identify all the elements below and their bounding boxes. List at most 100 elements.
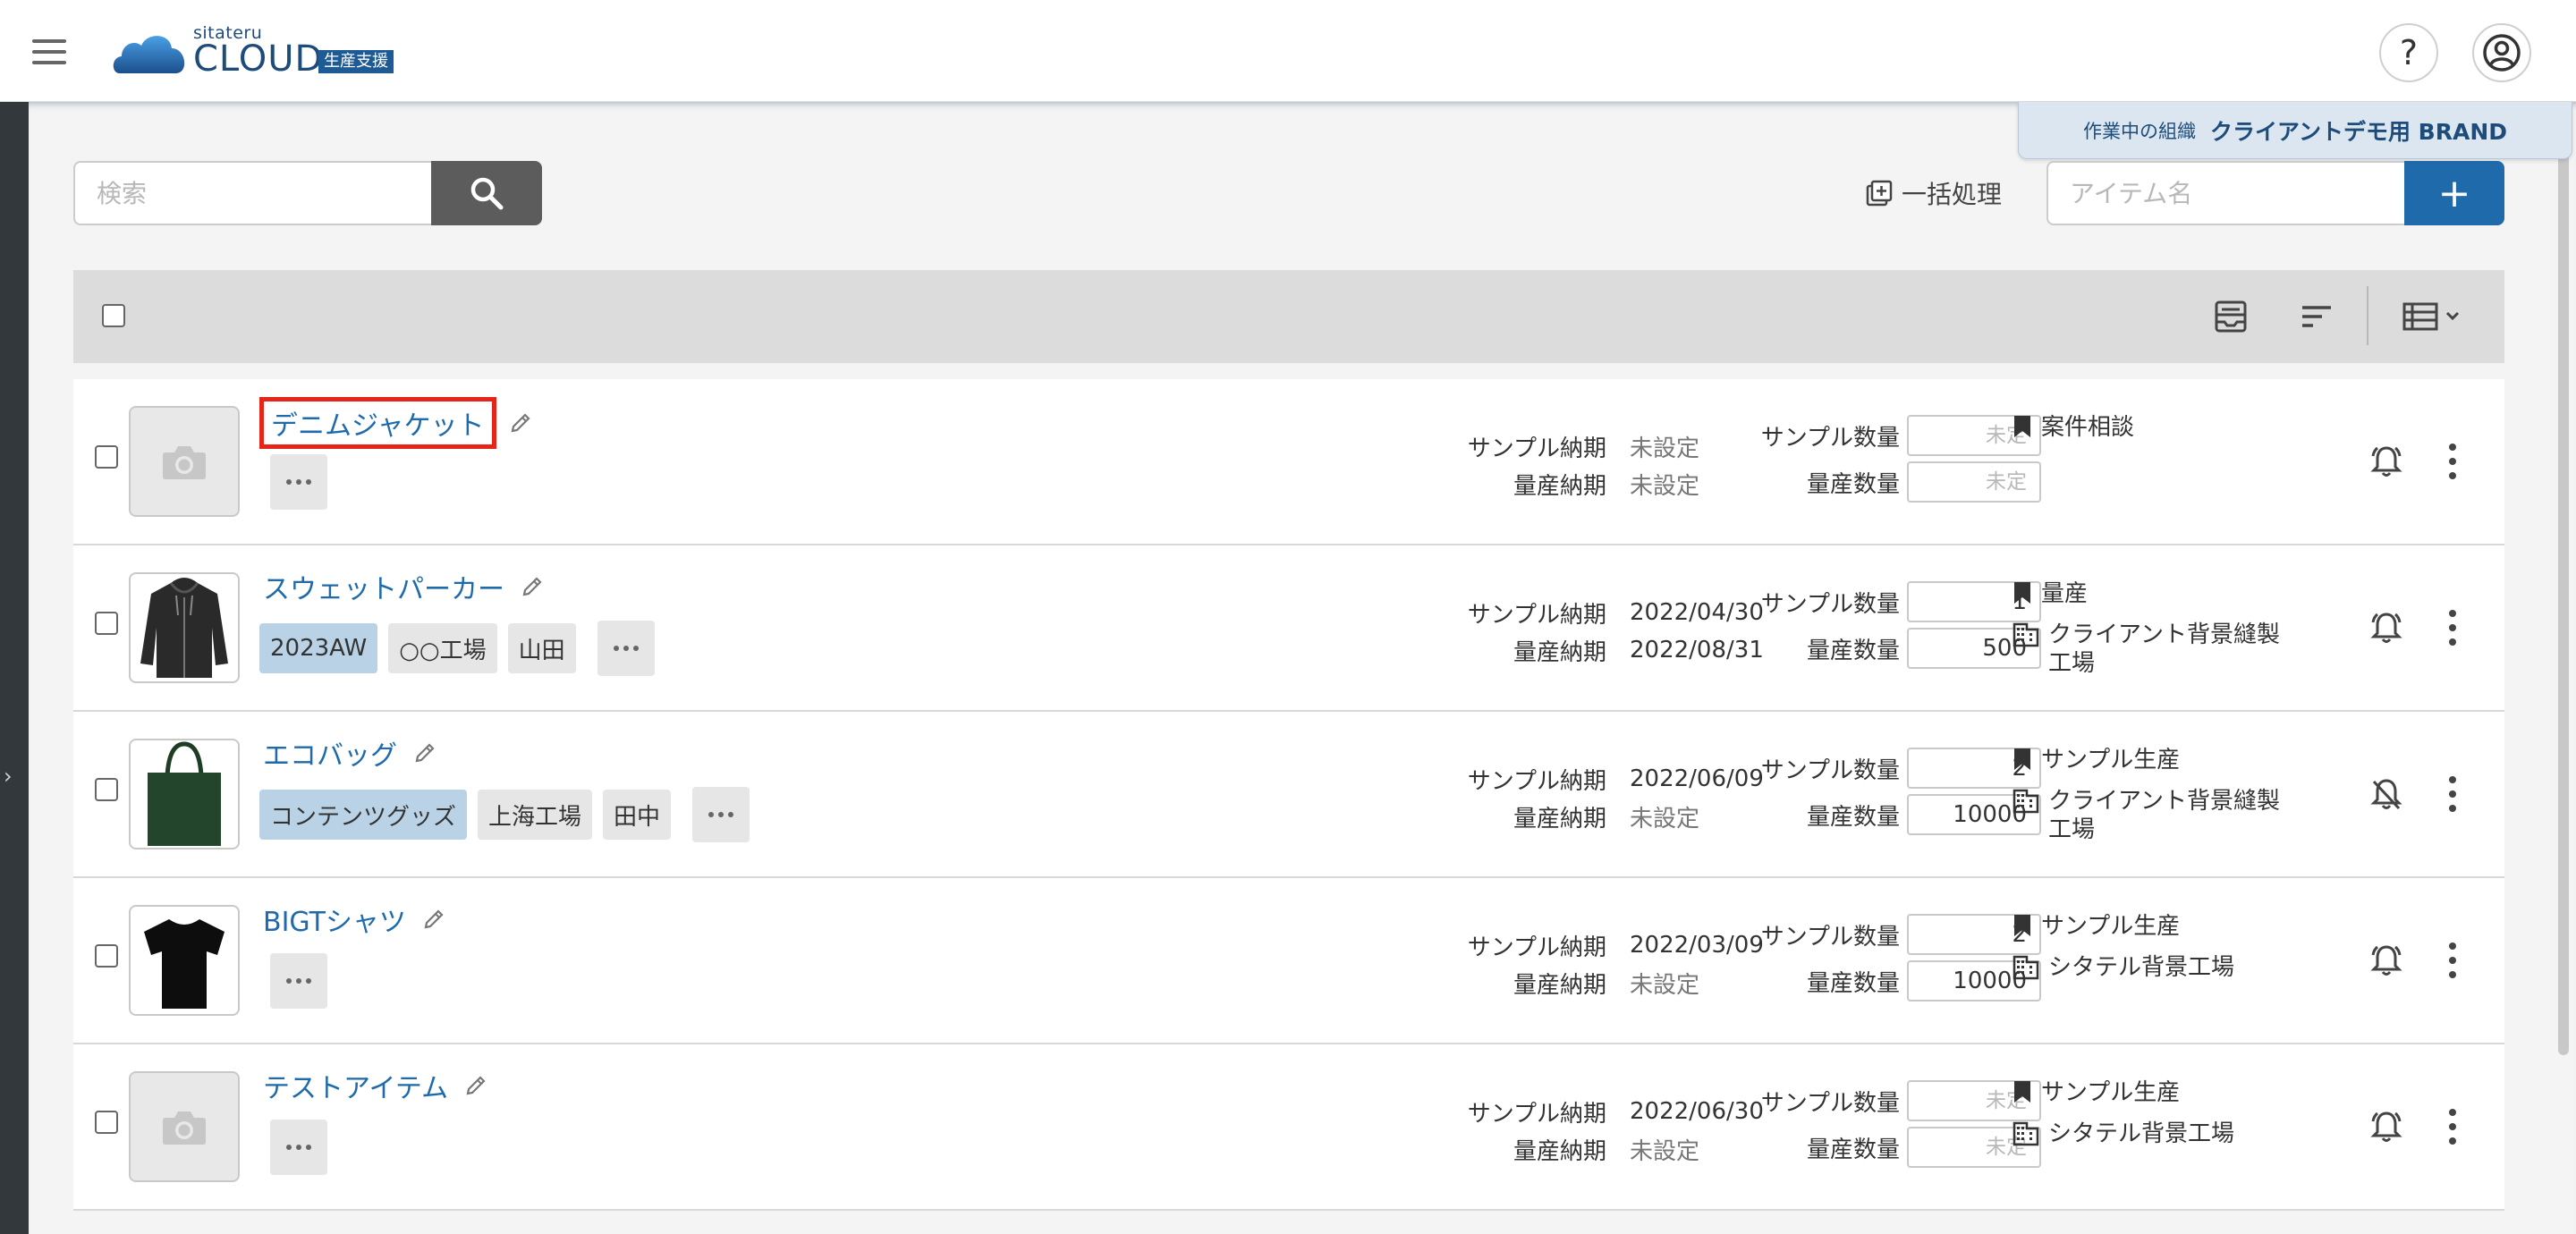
- bulk-add-icon: [1866, 180, 1893, 207]
- more-options-icon[interactable]: [2447, 1109, 2458, 1145]
- item-tag[interactable]: ○○工場: [388, 623, 497, 673]
- view-mode-icon[interactable]: [2402, 299, 2465, 334]
- row-checkbox[interactable]: [95, 445, 118, 469]
- help-button[interactable]: ?: [2379, 23, 2438, 82]
- row-checkbox[interactable]: [95, 944, 118, 968]
- item-tag[interactable]: 山田: [507, 623, 576, 673]
- inbox-icon[interactable]: [2213, 299, 2249, 334]
- building-icon: [2012, 955, 2039, 980]
- notification-bell-icon[interactable]: [2368, 1109, 2404, 1148]
- scrollbar[interactable]: [2558, 107, 2569, 1055]
- mass-due-label: 量産納期: [1513, 1137, 1606, 1165]
- org-label: 作業中の組織: [2082, 120, 2196, 142]
- select-all-checkbox[interactable]: [102, 304, 125, 327]
- item-tags: [259, 953, 327, 1009]
- logo-title: CLOUD: [193, 38, 324, 80]
- app-logo[interactable]: sitateru CLOUD 生産支援: [111, 23, 415, 80]
- sort-icon[interactable]: [2299, 299, 2334, 334]
- sample-due-label: サンプル納期: [1467, 435, 1606, 462]
- help-icon: ?: [2399, 33, 2419, 72]
- item-tag[interactable]: 上海工場: [478, 790, 593, 840]
- edit-icon[interactable]: [413, 741, 436, 765]
- quantities: サンプル数量 1 量産数量 500: [1683, 581, 2041, 674]
- mass-qty-label: 量産数量: [1806, 470, 1900, 498]
- mass-due-label: 量産納期: [1513, 971, 1606, 999]
- edit-icon[interactable]: [422, 908, 445, 931]
- camera-icon[interactable]: [129, 406, 240, 517]
- item-status: 量産 クライアント背景縫製工場: [2012, 579, 2299, 690]
- phase-status: サンプル生産: [2012, 746, 2299, 774]
- item-tag[interactable]: 田中: [603, 790, 672, 840]
- more-tags-button[interactable]: [270, 1120, 327, 1175]
- item-name-link[interactable]: デニムジャケット: [259, 397, 496, 449]
- notification-bell-icon[interactable]: [2368, 444, 2404, 483]
- mass-qty-field[interactable]: 未定: [1907, 461, 2041, 503]
- factory-name: シタテル背景工場: [2048, 1120, 2235, 1147]
- list-toolbar: [73, 270, 2504, 363]
- more-tags-button[interactable]: [692, 787, 750, 842]
- notification-bell-icon[interactable]: [2368, 942, 2404, 982]
- item-tags: [259, 454, 327, 510]
- row-checkbox[interactable]: [95, 612, 118, 635]
- current-organization[interactable]: 作業中の組織 クライアントデモ用 BRAND: [2018, 102, 2572, 159]
- phase-label: サンプル生産: [2041, 747, 2181, 773]
- more-options-icon[interactable]: [2447, 610, 2458, 646]
- bulk-action-button[interactable]: 一括処理: [1866, 175, 2002, 211]
- item-name-group: エコバッグ: [259, 730, 436, 776]
- search-input[interactable]: [73, 161, 431, 225]
- more-options-icon[interactable]: [2447, 942, 2458, 978]
- sample-qty-label: サンプル数量: [1760, 923, 1900, 951]
- more-options-icon[interactable]: [2447, 444, 2458, 479]
- item-tag[interactable]: コンテンツグッズ: [259, 790, 468, 840]
- more-tags-button[interactable]: [270, 953, 327, 1009]
- search-icon: [470, 177, 504, 210]
- item-name-link[interactable]: BIGTシャツ: [259, 896, 410, 942]
- item-row[interactable]: デニムジャケット サンプル納期 未設定 量産納期 未設定 サンプル数量 未定 量産数量…: [73, 379, 2504, 545]
- mass-due-label: 量産納期: [1513, 472, 1606, 500]
- mass-due-label: 量産納期: [1513, 805, 1606, 833]
- more-tags-button[interactable]: [597, 621, 655, 676]
- more-options-icon[interactable]: [2447, 776, 2458, 812]
- phase-label: サンプル生産: [2041, 1079, 2181, 1106]
- item-row[interactable]: スウェットパーカー 2023AW ○○工場 山田 サンプル納期 2022/04/30 …: [73, 545, 2504, 712]
- app-header: sitateru CLOUD 生産支援 ?: [0, 0, 2576, 102]
- account-button[interactable]: [2472, 23, 2531, 82]
- item-name-link[interactable]: テストアイテム: [259, 1062, 452, 1109]
- item-name-input[interactable]: [2046, 161, 2404, 225]
- item-name-link[interactable]: スウェットパーカー: [259, 563, 508, 610]
- quantities: サンプル数量 未定 量産数量 未定: [1683, 415, 2041, 508]
- factory-status: シタテル背景工場: [2012, 953, 2299, 982]
- item-tags: コンテンツグッズ 上海工場 田中: [259, 787, 750, 842]
- item-name-link[interactable]: エコバッグ: [259, 730, 401, 776]
- item-row[interactable]: エコバッグ コンテンツグッズ 上海工場 田中 サンプル納期 2022/06/09 量産…: [73, 712, 2504, 878]
- menu-icon[interactable]: [32, 39, 66, 64]
- item-thumbnail[interactable]: [129, 739, 240, 849]
- chevron-right-icon[interactable]: ›: [4, 764, 13, 789]
- camera-icon[interactable]: [129, 1071, 240, 1182]
- sample-qty-label: サンプル数量: [1760, 590, 1900, 618]
- item-thumbnail[interactable]: [129, 905, 240, 1016]
- cloud-logo-icon: [113, 36, 185, 73]
- building-icon: [2012, 1121, 2039, 1146]
- side-rail: ›: [0, 102, 29, 1234]
- item-thumbnail[interactable]: [129, 572, 240, 683]
- add-item-button[interactable]: +: [2404, 161, 2504, 225]
- phase-status: 案件相談: [2012, 413, 2299, 442]
- item-row[interactable]: BIGTシャツ サンプル納期 2022/03/09 量産納期 未設定 サンプル数量 2…: [73, 878, 2504, 1044]
- row-checkbox[interactable]: [95, 1111, 118, 1134]
- row-checkbox[interactable]: [95, 778, 118, 801]
- edit-icon[interactable]: [521, 575, 544, 598]
- item-row[interactable]: テストアイテム サンプル納期 2022/06/30 量産納期 未設定 サンプル数量未…: [73, 1044, 2504, 1211]
- search-button[interactable]: [431, 161, 542, 225]
- mass-due-label: 量産納期: [1513, 638, 1606, 666]
- notification-off-icon[interactable]: [2368, 776, 2404, 816]
- factory-name: クライアント背景縫製工場: [2048, 621, 2280, 677]
- item-tag[interactable]: 2023AW: [259, 623, 378, 673]
- phase-status: サンプル生産: [2012, 912, 2299, 941]
- mass-qty-label: 量産数量: [1806, 1136, 1900, 1163]
- building-icon: [2012, 789, 2039, 814]
- more-tags-button[interactable]: [270, 454, 327, 510]
- notification-bell-icon[interactable]: [2368, 610, 2404, 649]
- edit-icon[interactable]: [509, 411, 532, 435]
- edit-icon[interactable]: [464, 1074, 487, 1097]
